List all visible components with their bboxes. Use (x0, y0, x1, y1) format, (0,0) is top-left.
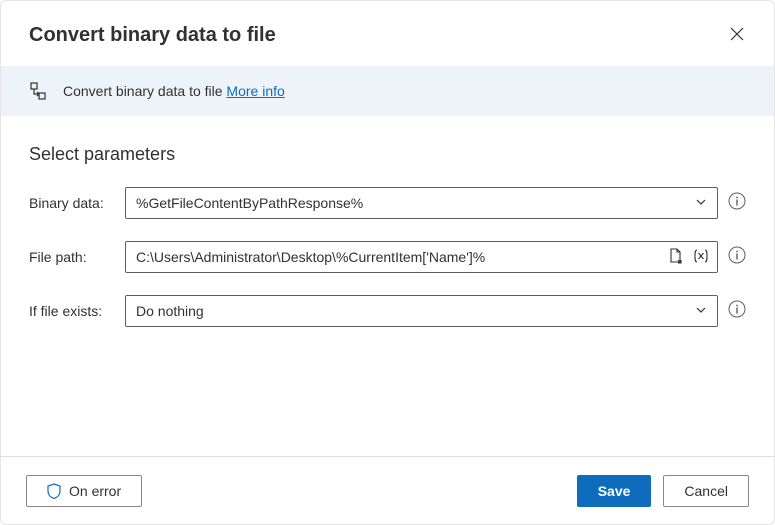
more-info-link[interactable]: More info (226, 83, 284, 99)
if-file-exists-dropdown[interactable]: Do nothing (125, 295, 718, 327)
info-bar-text: Convert binary data to file More info (63, 83, 285, 99)
file-icon (667, 247, 685, 265)
info-icon[interactable] (728, 192, 746, 215)
row-binary-data: Binary data: %GetFileContentByPathRespon… (29, 187, 746, 219)
save-label: Save (598, 483, 631, 499)
close-icon (730, 27, 744, 41)
chevron-down-icon (691, 195, 711, 211)
shield-icon (47, 483, 61, 499)
row-if-file-exists: If file exists: Do nothing (29, 295, 746, 327)
label-if-file-exists: If file exists: (29, 303, 125, 319)
on-error-label: On error (69, 483, 121, 499)
row-file-path: File path: C:\Users\Administrator\Deskto… (29, 241, 746, 273)
chevron-down-icon (691, 303, 711, 319)
section-title: Select parameters (29, 144, 746, 165)
cancel-button[interactable]: Cancel (663, 475, 749, 507)
file-path-value: C:\Users\Administrator\Desktop\%CurrentI… (136, 249, 667, 265)
info-icon[interactable] (728, 246, 746, 269)
browse-file-button[interactable] (667, 247, 685, 268)
binary-data-value: %GetFileContentByPathResponse% (136, 195, 691, 211)
dialog-title: Convert binary data to file (29, 24, 276, 47)
dialog-footer: On error Save Cancel (0, 456, 775, 525)
info-bar-label: Convert binary data to file (63, 83, 223, 99)
variable-icon (691, 247, 711, 265)
file-path-input[interactable]: C:\Users\Administrator\Desktop\%CurrentI… (125, 241, 718, 273)
save-button[interactable]: Save (577, 475, 652, 507)
on-error-button[interactable]: On error (26, 475, 142, 507)
content-area: Select parameters Binary data: %GetFileC… (1, 116, 774, 327)
dialog-header: Convert binary data to file (1, 1, 774, 66)
info-icon[interactable] (728, 300, 746, 323)
binary-data-dropdown[interactable]: %GetFileContentByPathResponse% (125, 187, 718, 219)
if-file-exists-value: Do nothing (136, 303, 691, 319)
cancel-label: Cancel (684, 483, 728, 499)
info-bar: Convert binary data to file More info (1, 66, 774, 116)
convert-file-icon (29, 82, 47, 100)
close-button[interactable] (724, 21, 750, 50)
variable-picker-button[interactable] (691, 247, 711, 268)
label-file-path: File path: (29, 249, 125, 265)
label-binary-data: Binary data: (29, 195, 125, 211)
